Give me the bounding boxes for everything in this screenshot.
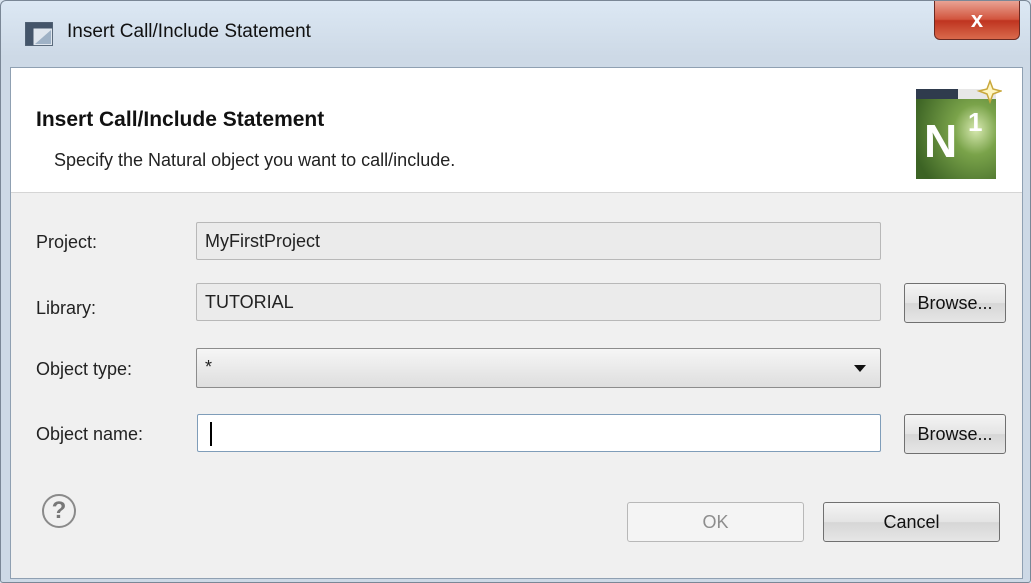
close-button[interactable]: x bbox=[934, 1, 1020, 40]
banner-title: Insert Call/Include Statement bbox=[36, 108, 325, 131]
library-browse-button[interactable]: Browse... bbox=[904, 283, 1006, 323]
window-icon bbox=[25, 22, 53, 46]
natural-one-logo-icon: N 1 bbox=[916, 79, 1002, 179]
object-name-label: Object name: bbox=[36, 424, 144, 444]
library-label: Library: bbox=[36, 298, 97, 318]
library-field: TUTORIAL bbox=[196, 283, 881, 321]
title-bar[interactable]: Insert Call/Include Statement x bbox=[1, 1, 1030, 67]
chevron-down-icon bbox=[854, 365, 866, 372]
object-name-input[interactable] bbox=[197, 414, 881, 452]
header-banner: Insert Call/Include Statement Specify th… bbox=[11, 68, 1022, 193]
object-name-browse-button[interactable]: Browse... bbox=[904, 414, 1006, 454]
cancel-button[interactable]: Cancel bbox=[823, 502, 1000, 542]
dialog-window: Insert Call/Include Statement x Insert C… bbox=[0, 0, 1031, 583]
object-type-value: * bbox=[205, 357, 213, 377]
project-field: MyFirstProject bbox=[196, 222, 881, 260]
close-icon: x bbox=[970, 7, 984, 32]
text-cursor bbox=[210, 422, 212, 446]
window-title: Insert Call/Include Statement bbox=[67, 21, 311, 42]
help-icon[interactable]: ? bbox=[42, 494, 76, 528]
object-type-label: Object type: bbox=[36, 359, 133, 379]
dialog-client-area: Insert Call/Include Statement Specify th… bbox=[10, 67, 1023, 579]
object-type-dropdown[interactable]: * bbox=[196, 348, 881, 388]
banner-description: Specify the Natural object you want to c… bbox=[54, 150, 456, 170]
ok-button[interactable]: OK bbox=[627, 502, 804, 542]
project-label: Project: bbox=[36, 232, 98, 252]
logo-superscript: 1 bbox=[968, 107, 982, 137]
logo-letter: N bbox=[924, 115, 957, 167]
